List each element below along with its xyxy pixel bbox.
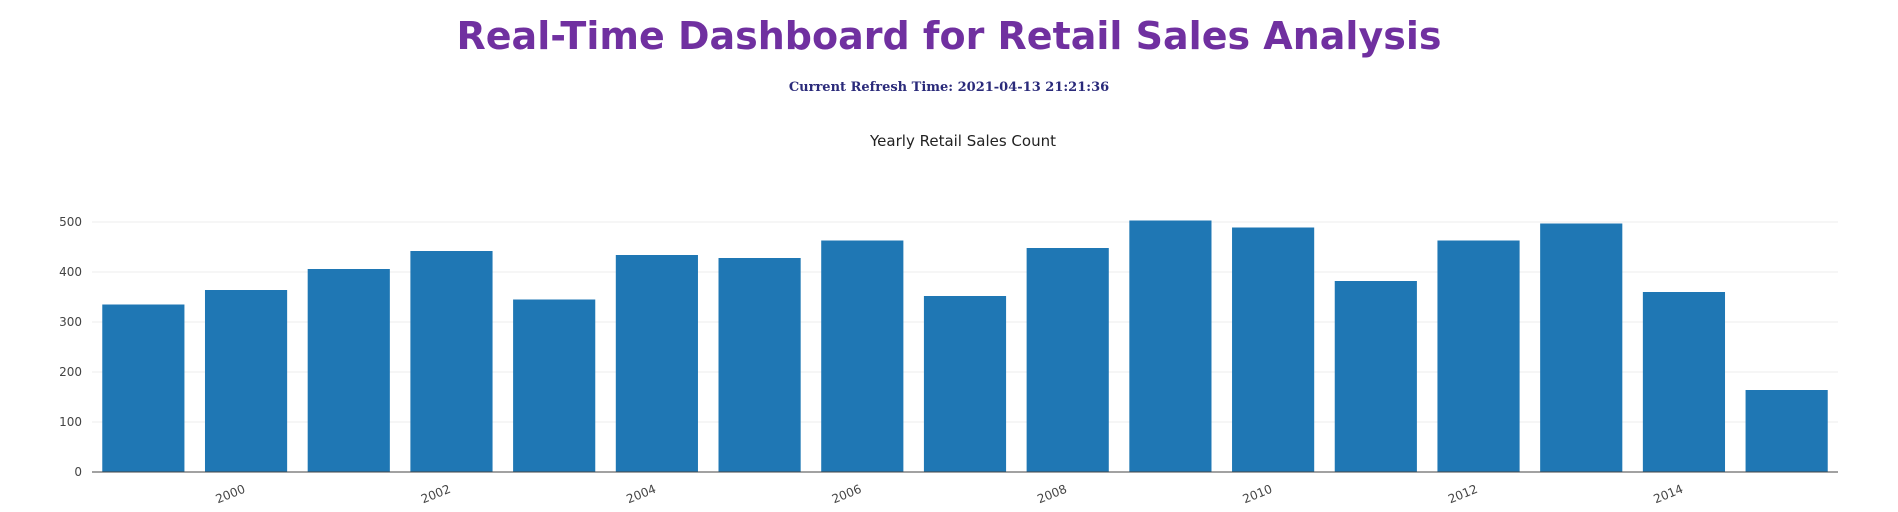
bar-2009 [1129,220,1212,472]
x-tick-label: 2002 [419,482,453,506]
bar-2013 [1540,223,1623,472]
bar-2012 [1437,240,1520,472]
x-tick-label: 2012 [1446,482,1480,506]
bar-2001 [307,269,390,472]
bar-2000 [204,290,288,472]
x-tick-label: 2008 [1035,482,1069,506]
bar-2003 [513,299,596,472]
bar-2008 [1026,248,1109,472]
y-tick-label: 500 [59,215,82,229]
y-tick-label: 400 [59,265,82,279]
bar-2002 [410,251,493,472]
x-tick-label: 2014 [1651,482,1685,506]
refresh-time: Current Refresh Time: 2021-04-13 21:21:3… [788,80,1110,95]
yearly-sales-bar-chart: Yearly Retail Sales Count 0 100 200 300 400 5… [59,132,1838,506]
bar-1999 [102,304,185,472]
y-tick-label: 300 [59,315,82,329]
x-tick-label: 2000 [214,482,248,506]
chart-title: Yearly Retail Sales Count [869,132,1056,150]
y-tick-label: 100 [59,415,82,429]
dashboard-title: Real-Time Dashboard for Retail Sales Ana… [456,14,1442,58]
bar-2011 [1334,281,1417,472]
y-tick-labels: 0 100 200 300 400 500 [59,215,82,479]
bar-2004 [615,255,698,472]
y-tick-label: 0 [74,465,82,479]
bar-2015 [1745,390,1828,472]
x-tick-labels: 2000 2002 2004 2006 2008 2010 2012 2014 [214,482,1685,506]
bar-2014 [1642,292,1726,472]
bar-2010 [1232,227,1315,472]
x-tick-label: 2006 [830,482,864,506]
y-tick-label: 200 [59,365,82,379]
bars [102,220,1828,472]
bar-2007 [923,296,1007,472]
x-tick-label: 2004 [624,482,658,506]
bar-2005 [718,258,801,472]
bar-2006 [821,240,904,472]
x-tick-label: 2010 [1241,482,1275,506]
